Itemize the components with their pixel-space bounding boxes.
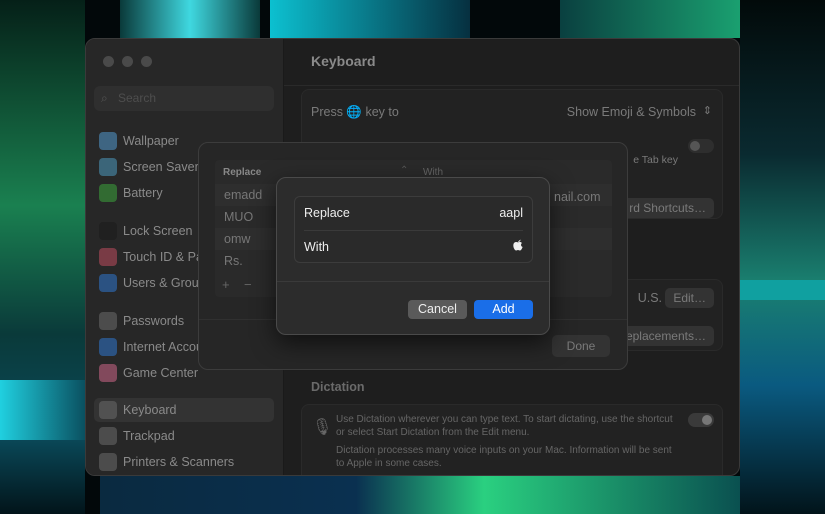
press-key-select[interactable]: Show Emoji & Symbols [567,105,696,119]
keyboard-shortcuts-button[interactable]: rd Shortcuts… [621,198,714,218]
replace-input[interactable]: aapl [499,206,523,220]
search-icon: ⌕ [101,91,108,105]
page-title: Keyboard [311,53,376,69]
printers-scanners-icon [99,453,117,471]
zoom-button[interactable] [141,56,152,67]
sort-chevron-icon: ⌃ [400,165,409,176]
touch-id-password-icon [99,248,117,266]
trackpad-icon [99,427,117,445]
done-button[interactable]: Done [552,335,610,357]
sidebar-item-keyboard[interactable]: Keyboard [94,398,274,422]
column-header-replace[interactable]: Replace [223,167,261,178]
minimize-button[interactable] [122,56,133,67]
battery-icon [99,184,117,202]
dictation-heading: Dictation [311,380,365,394]
add-button[interactable]: Add [474,300,533,319]
text-replacements-button[interactable]: eplacements… [617,326,714,346]
lock-screen-icon [99,222,117,240]
replace-label: Replace [304,206,350,220]
chevron-updown-icon: ⇕ [702,105,712,117]
dictation-card: 🎙 Use Dictation wherever you can type te… [301,404,723,475]
replacement-with-value: nail.com [554,190,601,204]
game-center-icon [99,364,117,382]
keyboard-icon [99,401,117,419]
press-key-label: Press 🌐 key to [311,105,399,119]
passwords-icon [99,312,117,330]
close-button[interactable] [103,56,114,67]
dictation-toggle[interactable] [688,413,714,427]
sidebar-item-trackpad[interactable]: Trackpad [94,424,274,448]
remove-replacement-button[interactable]: − [244,277,252,292]
with-input[interactable] [513,238,523,252]
screen-saver-icon [99,158,117,176]
add-replacement-dialog: Replace aapl With Cancel Add [276,177,550,335]
microphone-icon: 🎙 [312,419,333,436]
wallpaper-icon [99,132,117,150]
toggle[interactable] [688,139,714,153]
add-replacement-button[interactable]: + [222,277,230,292]
internet-accounts-icon [99,338,117,356]
apple-logo-icon [513,239,523,251]
with-label: With [304,240,329,254]
edit-button[interactable]: Edit… [665,288,714,308]
users-groups-icon [99,274,117,292]
cancel-button[interactable]: Cancel [408,300,467,319]
replacement-form: Replace aapl With [294,196,533,263]
search-input[interactable]: ⌕ Search [94,86,274,111]
sidebar-item-printers-scanners[interactable]: Printers & Scanners [94,450,274,474]
